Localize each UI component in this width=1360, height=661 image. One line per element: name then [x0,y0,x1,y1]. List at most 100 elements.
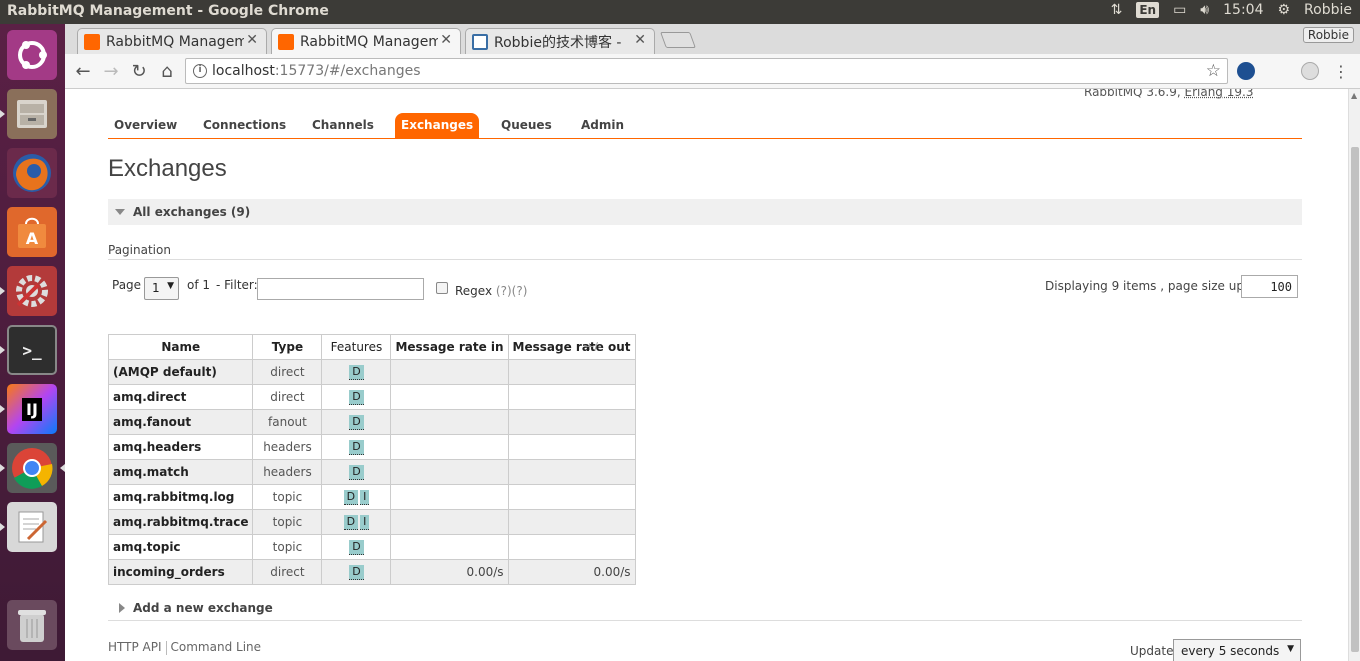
page-label: Page [112,278,142,292]
regex-help-links[interactable]: (?)(?) [496,284,527,298]
files-icon[interactable] [7,89,57,139]
page-scrollbar[interactable]: ▲ [1348,89,1360,661]
message-rate-in [390,534,509,560]
browser-tab-active[interactable]: RabbitMQ Managem ✕ [271,28,461,54]
ubuntu-top-panel: RabbitMQ Management - Google Chrome ⇅ En… [0,0,1360,24]
tab-admin[interactable]: Admin [575,113,630,139]
reload-icon[interactable]: ↻ [128,61,150,83]
system-tray: ⇅ En ▭ 🔊︎ 15:04 ⚙ Robbie [1111,2,1352,18]
column-header-features: Features [321,334,392,360]
page-size-input[interactable]: 100 [1241,275,1298,298]
exchange-name-link[interactable]: amq.headers [107,434,254,460]
scroll-up-arrow-icon[interactable]: ▲ [1351,91,1357,100]
tab-queues[interactable]: Queues [495,113,558,139]
extension-icon[interactable] [1237,62,1255,80]
keyboard-layout-indicator[interactable]: En [1136,2,1160,18]
software-center-icon[interactable]: A [7,207,57,257]
all-exchanges-section-toggle[interactable]: All exchanges (9) [108,199,1302,225]
exchange-features: DI [321,509,392,535]
close-tab-icon[interactable]: ✕ [246,32,258,48]
firefox-icon[interactable] [7,148,57,198]
launcher-running-indicator [0,523,5,531]
exchange-type: fanout [252,409,323,435]
update-label: Update [1130,644,1174,658]
table-row: amq.rabbitmq.trace topic D I [107,509,636,535]
exchange-name-link[interactable]: incoming_orders [107,559,254,585]
unity-launcher: A >_ IJ [0,24,65,661]
terminal-icon[interactable]: >_ [7,325,57,375]
exchange-name-link[interactable]: amq.fanout [107,409,254,435]
tab-label: RabbitMQ Managem [106,33,244,50]
feature-tag: D [349,365,364,380]
message-rate-out: 0.00/s [507,559,636,585]
browser-tab[interactable]: RabbitMQ Managem ✕ [77,28,267,54]
url-text[interactable]: localhost:15773/#/exchanges [212,63,420,79]
feature-tag: D [349,390,364,405]
session-user[interactable]: Robbie [1304,2,1352,18]
back-arrow-icon[interactable]: ← [72,61,94,83]
section-title: All exchanges (9) [133,205,251,219]
tab-label: RabbitMQ Managem [300,33,438,50]
exchange-features: D [321,384,392,410]
exchange-name-link[interactable]: amq.match [107,459,254,485]
message-rate-out [507,534,636,560]
browser-tab-strip: RabbitMQ Managem ✕ RabbitMQ Managem ✕ Ro… [65,24,1360,54]
network-transfer-icon[interactable]: ⇅ [1111,2,1123,18]
svg-text:A: A [26,229,39,248]
page-select[interactable]: 1 ▼ [144,277,179,300]
add-new-exchange-label: Add a new exchange [133,601,273,615]
exchange-name-link[interactable]: amq.topic [107,534,254,560]
tab-exchanges[interactable]: Exchanges [395,113,480,139]
http-api-link[interactable]: HTTP API [108,640,162,654]
text-editor-icon[interactable] [7,502,57,552]
divider [165,640,167,655]
column-toggle-link[interactable]: +/- [585,340,602,353]
exchange-name-link[interactable]: (AMQP default) [107,359,254,385]
exchange-name-link[interactable]: amq.direct [107,384,254,410]
battery-icon[interactable]: ▭ [1173,2,1186,18]
new-tab-button[interactable] [660,32,696,48]
page-title: Exchanges [108,155,227,182]
exchange-name-link[interactable]: amq.rabbitmq.log [107,484,254,510]
add-new-exchange-toggle[interactable]: Add a new exchange [108,597,1302,621]
trash-icon[interactable] [7,600,57,650]
feature-tag: D [349,465,364,480]
ubuntu-logo-icon[interactable] [7,30,57,80]
chrome-menu-icon[interactable]: ⋮ [1330,61,1352,83]
tab-channels[interactable]: Channels [306,113,380,139]
chrome-icon[interactable] [7,443,57,493]
filter-input[interactable] [257,278,424,300]
exchange-type: topic [252,484,323,510]
exchange-type: direct [252,559,323,585]
system-settings-icon[interactable] [7,266,57,316]
close-tab-icon[interactable]: ✕ [634,32,646,48]
site-info-icon[interactable]: i [193,64,207,78]
tab-overview[interactable]: Overview [108,113,183,139]
clock[interactable]: 15:04 [1223,2,1263,18]
regex-checkbox[interactable] [436,282,448,294]
tab-connections[interactable]: Connections [197,113,292,139]
update-interval-select[interactable]: every 5 seconds ▼ [1173,639,1301,661]
command-line-link[interactable]: Command Line [171,640,262,654]
message-rate-in [390,384,509,410]
shield-extension-icon[interactable] [1301,62,1319,80]
forward-arrow-icon[interactable]: → [100,61,122,83]
profile-badge[interactable]: Robbie [1302,27,1354,43]
address-bar[interactable]: i localhost:15773/#/exchanges ☆ [185,58,1228,84]
exchange-type: direct [252,384,323,410]
bookmark-star-icon[interactable]: ☆ [1206,61,1221,81]
intellij-idea-icon[interactable]: IJ [7,384,57,434]
table-row: amq.fanout fanout D [107,409,636,435]
close-tab-icon[interactable]: ✕ [440,32,452,48]
browser-toolbar: ← → ↻ ⌂ i localhost:15773/#/exchanges ☆ … [65,54,1360,89]
launcher-running-indicator [0,110,5,118]
exchange-name-link[interactable]: amq.rabbitmq.trace [107,509,254,535]
message-rate-out [507,459,636,485]
update-interval-value: every 5 seconds [1181,644,1280,658]
launcher-running-indicator [0,346,5,354]
home-icon[interactable]: ⌂ [156,61,178,83]
browser-tab[interactable]: Robbie的技术博客 - ✕ [465,28,655,54]
settings-gear-icon[interactable]: ⚙ [1277,2,1290,18]
scrollbar-thumb[interactable] [1351,147,1359,652]
volume-icon[interactable]: 🔊︎ [1200,2,1209,18]
